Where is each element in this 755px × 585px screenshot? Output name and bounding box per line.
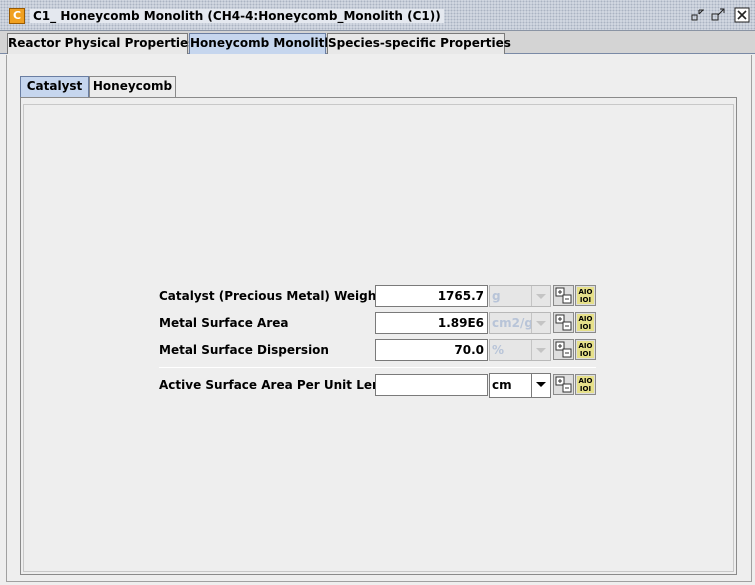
- parameter-study-button[interactable]: AIO IOI: [575, 374, 596, 395]
- parameter-study-button[interactable]: AIO IOI: [575, 339, 596, 360]
- expand-collapse-button[interactable]: [553, 285, 574, 306]
- chevron-down-icon: [536, 294, 546, 299]
- catalyst-weight-unit-select[interactable]: g: [489, 285, 551, 307]
- expand-collapse-button[interactable]: [553, 312, 574, 333]
- catalyst-weight-input[interactable]: 1765.7: [375, 285, 488, 307]
- close-icon[interactable]: [734, 7, 750, 23]
- dropdown-button[interactable]: [531, 340, 550, 360]
- app-icon: C: [9, 8, 25, 24]
- svg-text:AIO: AIO: [579, 342, 593, 350]
- chevron-down-icon: [536, 348, 546, 353]
- tab-catalyst[interactable]: Catalyst: [20, 76, 89, 97]
- form-separator: [159, 367, 596, 368]
- expand-collapse-button[interactable]: [553, 339, 574, 360]
- window-title-bar[interactable]: C C1_ Honeycomb Monolith (CH4-4:Honeycom…: [0, 0, 755, 31]
- dropdown-button[interactable]: [531, 286, 550, 306]
- expand-collapse-button[interactable]: [553, 374, 574, 395]
- maximize-icon[interactable]: [710, 7, 726, 23]
- svg-text:AIO: AIO: [579, 315, 593, 323]
- unit-value: cm: [492, 378, 512, 392]
- metal-surface-area-label: Metal Surface Area: [159, 316, 289, 330]
- parameter-study-button[interactable]: AIO IOI: [575, 285, 596, 306]
- parameter-study-button[interactable]: AIO IOI: [575, 312, 596, 333]
- chevron-down-icon: [536, 382, 546, 387]
- chevron-down-icon: [536, 321, 546, 326]
- catalyst-panel: [20, 97, 737, 575]
- dropdown-button[interactable]: [531, 313, 550, 333]
- catalyst-panel-inner: [23, 104, 734, 572]
- metal-surface-dispersion-input[interactable]: 70.0: [375, 339, 488, 361]
- metal-surface-dispersion-label: Metal Surface Dispersion: [159, 343, 329, 357]
- catalyst-weight-label: Catalyst (Precious Metal) Weight: [159, 289, 383, 303]
- active-surface-area-unit-select[interactable]: cm: [489, 373, 551, 398]
- metal-surface-area-input[interactable]: 1.89E6: [375, 312, 488, 334]
- unit-value: cm2/g: [492, 316, 533, 330]
- svg-text:AIO: AIO: [579, 377, 593, 385]
- svg-text:IOI: IOI: [580, 350, 591, 358]
- tab-reactor-physical-properties[interactable]: Reactor Physical Properties: [7, 33, 195, 54]
- active-surface-area-input[interactable]: [375, 374, 488, 396]
- svg-text:IOI: IOI: [580, 323, 591, 331]
- svg-text:IOI: IOI: [580, 296, 591, 304]
- tab-honeycomb[interactable]: Honeycomb: [89, 76, 176, 97]
- minimize-icon[interactable]: [690, 7, 706, 23]
- unit-value: %: [492, 343, 505, 357]
- active-surface-area-label: Active Surface Area Per Unit Length: [159, 378, 404, 392]
- metal-surface-area-unit-select[interactable]: cm2/g: [489, 312, 551, 334]
- window-title: C1_ Honeycomb Monolith (CH4-4:Honeycomb_…: [30, 9, 444, 23]
- tab-species-specific-properties[interactable]: Species-specific Properties: [327, 33, 511, 54]
- tab-honeycomb-monolith[interactable]: Honeycomb Monolith: [189, 33, 333, 54]
- metal-surface-dispersion-unit-select[interactable]: %: [489, 339, 551, 361]
- top-tab-bar: Reactor Physical Properties Honeycomb Mo…: [0, 31, 755, 54]
- svg-text:IOI: IOI: [580, 385, 591, 393]
- svg-text:AIO: AIO: [579, 288, 593, 296]
- unit-value: g: [492, 289, 501, 303]
- dropdown-button[interactable]: [531, 374, 550, 397]
